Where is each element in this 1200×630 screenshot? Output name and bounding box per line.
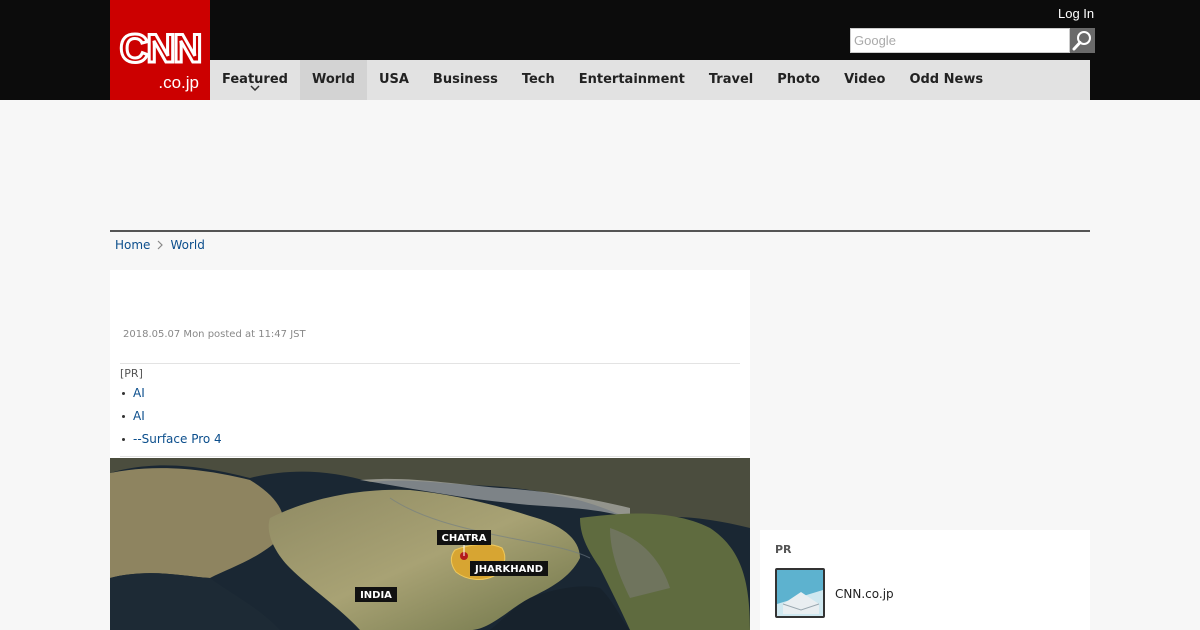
search-input[interactable]: [850, 28, 1070, 53]
list-item: AI: [120, 405, 740, 428]
nav-item-tech[interactable]: Tech: [510, 60, 567, 100]
nav-item-featured[interactable]: Featured: [210, 60, 300, 100]
section-divider: [110, 230, 1090, 232]
nav-item-label: Entertainment: [578, 72, 685, 87]
login-link[interactable]: Log In: [1058, 6, 1094, 21]
sidebar-pr-box: PR CNN.co.jp: [760, 530, 1090, 630]
nav-item-label: Photo: [777, 72, 821, 87]
nav-item-label: Travel: [708, 72, 754, 87]
nav-item-travel[interactable]: Travel: [697, 60, 765, 100]
pr-tag: [PR]: [120, 367, 143, 380]
article-map-image: CHATRA JHARKHAND INDIA: [110, 458, 750, 630]
nav-item-label: World: [311, 72, 355, 87]
sidebar-pr-thumbnail[interactable]: [775, 568, 825, 618]
nav-item-label: USA: [378, 72, 409, 87]
search-icon: [1072, 31, 1091, 51]
chevron-right-icon: [158, 240, 164, 250]
mail-icon: [777, 570, 823, 616]
map-label-jharkhand: JHARKHAND: [474, 564, 543, 575]
breadcrumb-home-link[interactable]: Home: [115, 238, 150, 252]
article-card: 2018.05.07 Mon posted at 11:47 JST [PR] …: [110, 270, 750, 630]
pr-link[interactable]: AI: [133, 382, 145, 405]
nav-item-label: Tech: [521, 72, 555, 87]
nav-item-video[interactable]: Video: [832, 60, 897, 100]
cnn-logo[interactable]: CNN .co.jp: [110, 0, 210, 100]
list-item: AI: [120, 382, 740, 405]
article-date: 2018.05.07 Mon posted at 11:47 JST: [123, 329, 306, 340]
nav-item-odd-news[interactable]: Odd News: [897, 60, 995, 100]
pr-block: [PR] AI AI --Surface Pro 4: [120, 363, 740, 457]
nav-item-usa[interactable]: USA: [367, 60, 421, 100]
logo-sub-text: .co.jp: [158, 73, 199, 92]
breadcrumb: Home World: [115, 238, 205, 252]
nav-item-photo[interactable]: Photo: [765, 60, 832, 100]
search-button[interactable]: [1070, 28, 1095, 53]
nav-item-world[interactable]: World: [299, 60, 367, 100]
map-label-chatra: CHATRA: [442, 533, 487, 544]
nav-item-label: Business: [432, 72, 498, 87]
bullet-icon: [122, 392, 125, 395]
nav-item-entertainment[interactable]: Entertainment: [567, 60, 697, 100]
pr-link[interactable]: AI: [133, 405, 145, 428]
map-label-india: INDIA: [360, 590, 392, 601]
sidebar-pr-title: PR: [775, 543, 792, 556]
breadcrumb-world-link[interactable]: World: [170, 238, 204, 252]
bullet-icon: [122, 438, 125, 441]
logo-main-text: CNN: [120, 27, 201, 71]
sidebar-pr-link[interactable]: CNN.co.jp: [835, 587, 894, 601]
pr-list: AI AI --Surface Pro 4: [120, 382, 740, 451]
list-item: --Surface Pro 4: [120, 428, 740, 451]
nav-item-business[interactable]: Business: [421, 60, 510, 100]
pr-link[interactable]: --Surface Pro 4: [133, 428, 222, 451]
nav-item-label: Video: [844, 72, 886, 87]
main-nav: Featured World USA Business Tech Enterta…: [210, 60, 1090, 100]
bullet-icon: [122, 415, 125, 418]
nav-item-label: Odd News: [909, 72, 984, 87]
chevron-down-icon: [250, 85, 260, 91]
